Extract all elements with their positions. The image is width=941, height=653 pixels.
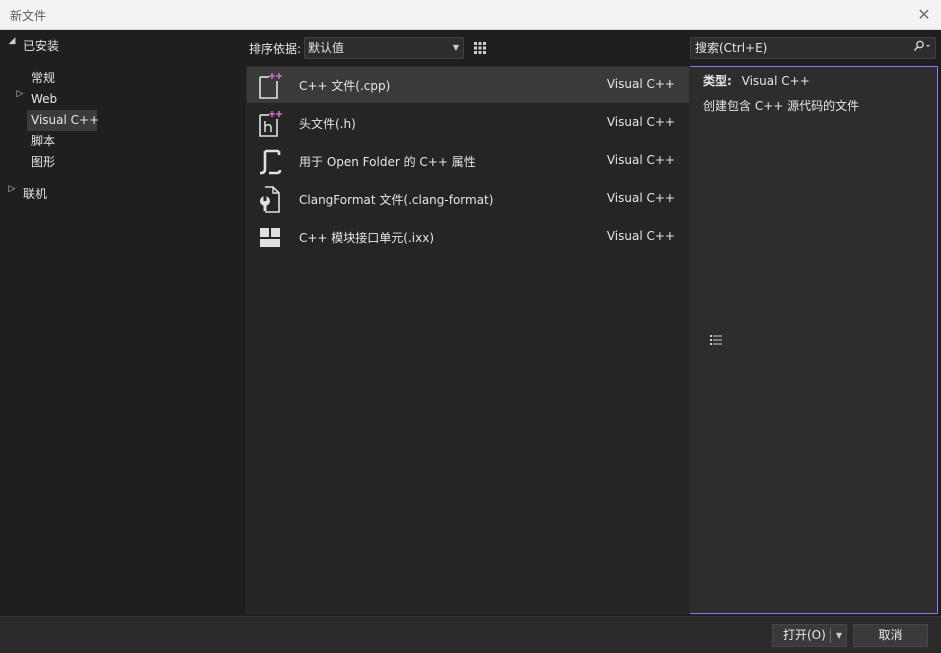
detail-type-label: 类型:	[703, 74, 732, 88]
template-list: C++ 文件(.cpp) Visual C++ 头文件(.h) Visual C…	[246, 66, 690, 614]
cancel-button[interactable]: 取消	[853, 624, 928, 647]
template-row-module-interface[interactable]: C++ 模块接口单元(.ixx) Visual C++	[247, 219, 689, 255]
tree-node-installed[interactable]: 已安装	[23, 36, 59, 56]
tree-item-graphics[interactable]: 图形	[31, 152, 55, 172]
tree-item-script[interactable]: 脚本	[31, 131, 55, 151]
open-button[interactable]: 打开(O) ▼	[772, 624, 847, 647]
template-name: ClangFormat 文件(.clang-format)	[299, 193, 494, 207]
close-icon[interactable]: ✕	[915, 6, 933, 24]
search-input[interactable]: 搜索(Ctrl+E)	[690, 37, 936, 59]
wrench-file-icon	[260, 186, 280, 213]
search-placeholder: 搜索(Ctrl+E)	[695, 41, 768, 55]
template-language: Visual C++	[606, 115, 675, 129]
new-file-dialog: ◢ 已安装 常规 ▷ Web Visual C++ 脚本 图形 ▷ 联机 排序依…	[0, 30, 941, 653]
template-name: 用于 Open Folder 的 C++ 属性	[299, 155, 476, 169]
template-name: 头文件(.h)	[299, 117, 356, 131]
template-language: Visual C++	[606, 77, 675, 91]
tree-node-online[interactable]: 联机	[23, 184, 47, 204]
tree-item-general[interactable]: 常规	[31, 68, 55, 88]
module-icon	[260, 228, 280, 247]
grid-view-button[interactable]	[469, 37, 491, 59]
template-language: Visual C++	[606, 229, 675, 243]
list-view-icon	[710, 335, 722, 345]
tree-item-visual-cpp[interactable]: Visual C++	[31, 110, 99, 130]
sort-label: 排序依据:	[249, 42, 302, 56]
sort-dropdown[interactable]: 默认值 ▼	[304, 37, 464, 59]
title-bar: 新文件 ✕	[0, 0, 941, 30]
collapsed-caret-icon[interactable]: ▷	[7, 184, 17, 204]
cpp-file-icon	[259, 73, 282, 99]
grid-view-icon	[474, 42, 486, 54]
template-name: C++ 文件(.cpp)	[299, 79, 391, 93]
detail-type: 类型: Visual C++	[703, 72, 810, 89]
collapsed-caret-icon[interactable]: ▷	[15, 89, 25, 109]
template-language: Visual C++	[606, 153, 675, 167]
template-row-cpp-file[interactable]: C++ 文件(.cpp) Visual C++	[247, 67, 689, 103]
template-name: C++ 模块接口单元(.ixx)	[299, 231, 435, 245]
open-button-label: 打开(O)	[783, 628, 826, 642]
template-language: Visual C++	[606, 191, 675, 205]
chevron-down-icon[interactable]: ▼	[833, 625, 845, 646]
dialog-footer: 打开(O) ▼ 取消	[0, 616, 941, 653]
search-icon[interactable]	[913, 38, 931, 58]
template-row-open-folder-properties[interactable]: 用于 Open Folder 的 C++ 属性 Visual C++	[247, 143, 689, 179]
window-title: 新文件	[10, 9, 47, 23]
sort-value: 默认值	[308, 41, 345, 55]
template-row-clang-format[interactable]: ClangFormat 文件(.clang-format) Visual C++	[247, 181, 689, 217]
detail-description: 创建包含 C++ 源代码的文件	[703, 99, 860, 113]
detail-type-value: Visual C++	[741, 74, 810, 88]
expanded-caret-icon[interactable]: ◢	[7, 36, 17, 56]
chevron-down-icon: ▼	[452, 43, 459, 52]
template-row-header-file[interactable]: 头文件(.h) Visual C++	[247, 105, 689, 141]
json-properties-icon	[260, 149, 282, 175]
tree-item-web[interactable]: Web	[31, 89, 57, 109]
split-separator	[830, 628, 831, 643]
search-dropdown-icon	[913, 40, 930, 52]
header-file-icon	[259, 111, 282, 137]
category-tree: ◢ 已安装 常规 ▷ Web Visual C++ 脚本 图形 ▷ 联机	[0, 30, 244, 616]
